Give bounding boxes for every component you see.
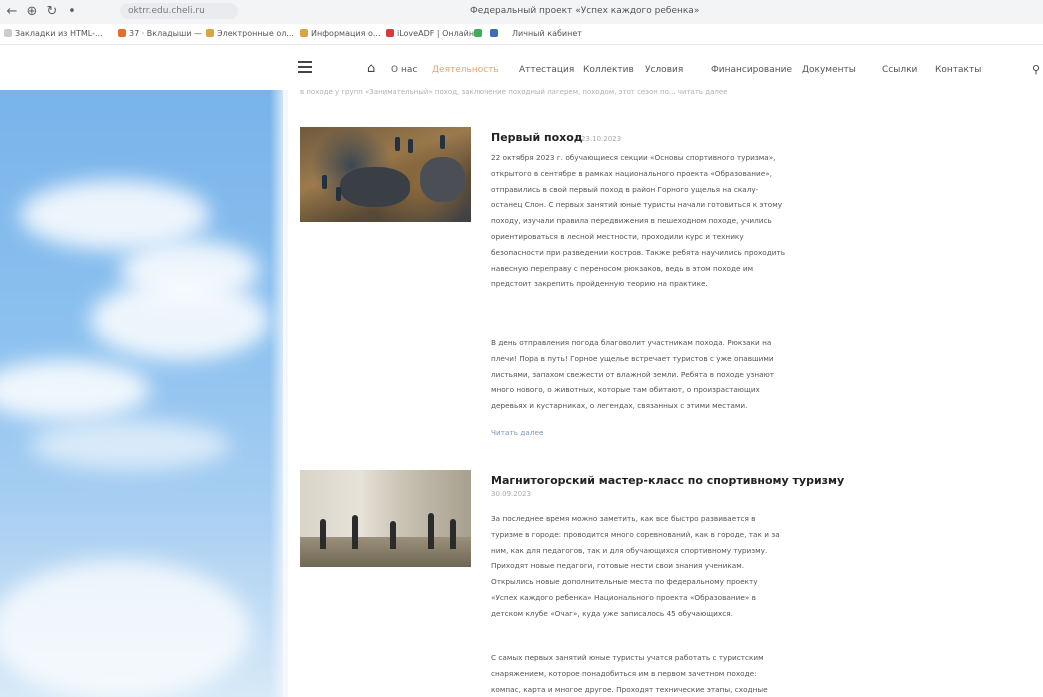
- text-line: детском клубе «Очаг», куда уже записалос…: [491, 608, 733, 618]
- reload-icon[interactable]: ↻: [44, 4, 60, 20]
- bookmark-icon: [474, 29, 482, 37]
- text-line: навесную переправу с переносом рюкзаков,…: [491, 263, 754, 273]
- sky-background: [0, 90, 283, 697]
- nav-item-financing[interactable]: Финансирование: [711, 65, 792, 75]
- nav-item-contacts[interactable]: Контакты: [935, 65, 981, 75]
- bookmarks-bar: Закладки из HTML-... 37 · Вкладыши — Эле…: [0, 24, 1043, 45]
- url-field[interactable]: oktrr.edu.cheli.ru: [120, 3, 238, 19]
- post-title[interactable]: Первый поход: [491, 131, 583, 144]
- page-title: Федеральный проект «Успех каждого ребенк…: [470, 6, 700, 16]
- nav-item-links[interactable]: Ссылки: [882, 65, 917, 75]
- text-line: Приходят новые педагоги, готовые нести с…: [491, 561, 745, 571]
- text-line: отправились в свой первый поход в район …: [491, 184, 759, 194]
- bookmark-item[interactable]: iLoveADF | Онлайн: [386, 27, 474, 41]
- bookmark-icon: [300, 29, 308, 37]
- read-more-link[interactable]: Читать далее: [491, 428, 544, 437]
- text-line: туризме в городе: проводится много сорев…: [491, 529, 780, 539]
- home-icon[interactable]: ⌂: [367, 62, 381, 76]
- bookmark-label: Информация о...: [311, 29, 381, 38]
- text-line: деревьях и кустарниках, о легендах, связ…: [491, 401, 748, 411]
- nav-item-documents[interactable]: Документы: [802, 65, 856, 75]
- bookmark-item[interactable]: Личный кабинет: [512, 27, 582, 41]
- text-line: Открылись новые дополнительные места по …: [491, 577, 758, 587]
- post-date: 30.09.2023: [491, 490, 532, 498]
- hamburger-menu-icon[interactable]: [298, 61, 312, 73]
- text-line: 22 октября 2023 г. обучающиеся секции «О…: [491, 153, 776, 162]
- bookmark-icon: [490, 29, 498, 37]
- search-icon[interactable]: ⚲: [1032, 63, 1040, 76]
- bookmark-icon: [386, 29, 394, 37]
- bookmark-item[interactable]: Закладки из HTML-...: [4, 27, 103, 41]
- previous-post-snippet: в походе у групп «Занимательный» поход, …: [300, 88, 728, 96]
- text-line: предстоит закрепить пройденную теорию на…: [491, 279, 708, 289]
- bookmark-icon: [118, 29, 126, 37]
- text-line: останец Слон. С первых занятий юные тури…: [491, 200, 783, 210]
- text-line: С самых первых занятий юные туристы учат…: [491, 653, 764, 662]
- text-line: много нового, о животных, которые там об…: [491, 385, 760, 395]
- nav-item-staff[interactable]: Коллектив: [583, 65, 634, 75]
- post-paragraph: С самых первых занятий юные туристы учат…: [491, 650, 851, 697]
- text-line: В день отправления погода благоволит уча…: [491, 338, 772, 347]
- text-line: снаряжением, которое понадобиться им в п…: [491, 668, 757, 678]
- text-line: компас, карта и многое другое. Проходят …: [491, 684, 768, 694]
- forward-icon[interactable]: ⊕: [24, 4, 40, 20]
- text-line: За последнее время можно заметить, как в…: [491, 514, 756, 523]
- nav-item-activity[interactable]: Деятельность: [432, 65, 499, 75]
- text-line: походу, изучали правила передвижения в п…: [491, 216, 772, 226]
- post-thumbnail[interactable]: [300, 127, 471, 222]
- bookmark-label: Личный кабинет: [512, 29, 582, 38]
- post-date: 23.10.2023: [581, 135, 622, 143]
- bookmark-icon: [206, 29, 214, 37]
- bookmark-item[interactable]: [474, 27, 485, 41]
- post-paragraph: За последнее время можно заметить, как в…: [491, 511, 851, 622]
- bookmark-label: iLoveADF | Онлайн: [397, 29, 475, 38]
- site-navigation: ⌂ О нас Деятельность Аттестация Коллекти…: [0, 50, 1043, 90]
- post-paragraph: В день отправления погода благоволит уча…: [491, 335, 851, 414]
- text-line: плечи! Пора в путь! Горное ущелье встреч…: [491, 353, 774, 363]
- text-line: «Успех каждого ребенка» Национального пр…: [491, 592, 756, 602]
- bookmark-icon: [4, 29, 12, 37]
- text-line: безопасности при разведении костров. Так…: [491, 247, 786, 257]
- nav-item-conditions[interactable]: Условия: [645, 65, 683, 75]
- nav-item-certification[interactable]: Аттестация: [519, 65, 574, 75]
- text-line: ориентироваться в лесной местности, прох…: [491, 231, 744, 241]
- bookmark-label: 37 · Вкладыши —: [129, 29, 203, 38]
- page-edge-shadow: [270, 90, 288, 697]
- text-line: листьями, запахом свежести от влажной зе…: [491, 369, 775, 379]
- post-paragraph: 22 октября 2023 г. обучающиеся секции «О…: [491, 150, 851, 292]
- text-line: открытого в сентябре в рамках национальн…: [491, 168, 773, 178]
- text-line: ним, как для педагогов, так и для обучаю…: [491, 545, 768, 555]
- bookmark-item[interactable]: Информация о...: [300, 27, 381, 41]
- post-thumbnail[interactable]: [300, 470, 471, 567]
- bookmark-label: Электронные ол...: [217, 29, 294, 38]
- nav-item-about[interactable]: О нас: [391, 65, 417, 75]
- bookmark-label: Закладки из HTML-...: [15, 29, 103, 38]
- post-title[interactable]: Магнитогорский мастер-класс по спортивно…: [491, 474, 844, 487]
- bookmark-item[interactable]: Электронные ол...: [206, 27, 294, 41]
- bookmark-item[interactable]: 37 · Вкладыши —: [118, 27, 202, 41]
- bookmark-item[interactable]: [490, 27, 501, 41]
- browser-address-bar: ← ⊕ ↻ • oktrr.edu.cheli.ru Федеральный п…: [0, 0, 1043, 25]
- site-info-icon[interactable]: •: [64, 4, 80, 20]
- back-arrow-icon[interactable]: ←: [4, 4, 20, 20]
